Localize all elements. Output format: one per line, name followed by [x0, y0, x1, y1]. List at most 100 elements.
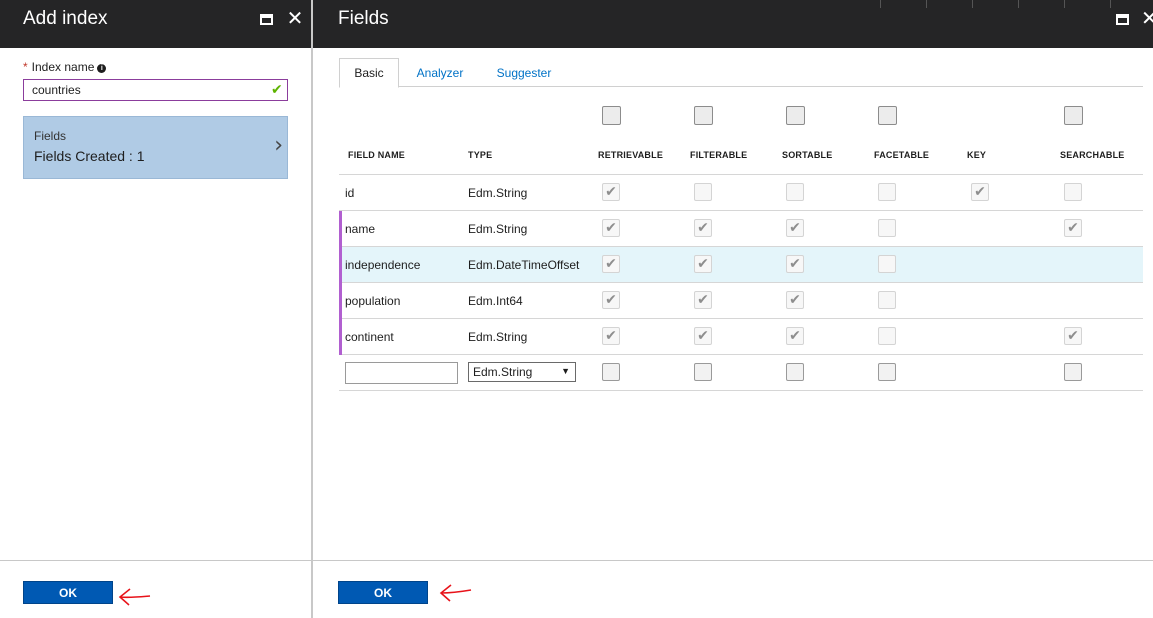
filterable-checkbox: ✔: [694, 327, 712, 345]
column-header-key: KEY: [967, 150, 987, 160]
filterable-checkbox: ✔: [694, 255, 712, 273]
header-separator: [1064, 0, 1065, 8]
searchable-checkbox: ✔: [1064, 327, 1082, 345]
facetable-checkbox: [878, 219, 896, 237]
close-icon[interactable]: ✕: [286, 9, 304, 29]
filterable-checkbox: [694, 183, 712, 201]
azure-portal-screen: Add index ✕ *Index namei ✔ Fields Fields…: [0, 0, 1153, 618]
fields-tile-title: Fields: [34, 129, 67, 143]
header-separator: [880, 0, 881, 8]
header-separator: [1018, 0, 1019, 8]
add-index-ok-button[interactable]: OK: [23, 581, 113, 604]
retrievable-checkbox: ✔: [602, 255, 620, 273]
table-row: independence Edm.DateTimeOffset ✔ ✔ ✔: [339, 247, 1143, 283]
new-field-type-value: Edm.String: [473, 365, 533, 379]
fields-tile[interactable]: Fields Fields Created : 1 ›: [23, 116, 288, 179]
new-field-marker: [339, 283, 342, 319]
column-header-facetable: FACETABLE: [874, 150, 930, 160]
column-header-sortable: SORTABLE: [782, 150, 833, 160]
fields-tabs: Basic Analyzer Suggester: [339, 58, 1143, 88]
filterable-checkbox: ✔: [694, 291, 712, 309]
facetable-checkbox: [878, 183, 896, 201]
annotation-arrow-icon: [118, 588, 151, 606]
check-icon: ✔: [271, 81, 283, 97]
sortable-checkbox: [786, 183, 804, 201]
new-filterable-checkbox[interactable]: [694, 363, 712, 381]
field-name: name: [345, 222, 376, 236]
chevron-right-icon: ›: [274, 133, 283, 158]
new-field-row: Edm.String ▼: [339, 355, 1143, 391]
select-all-filterable-checkbox[interactable]: [694, 106, 713, 125]
searchable-checkbox: ✔: [1064, 219, 1082, 237]
column-header-searchable: SEARCHABLE: [1060, 150, 1125, 160]
info-icon[interactable]: i: [97, 64, 107, 73]
tab-analyzer[interactable]: Analyzer: [407, 58, 473, 87]
new-field-marker: [339, 319, 342, 355]
annotation-arrow-icon: [439, 584, 472, 602]
index-name-label-text: Index name: [31, 60, 95, 74]
field-type: Edm.DateTimeOffset: [468, 258, 580, 272]
fields-blade: Fields ✕ Basic Analyzer Suggester FIELD …: [313, 0, 1153, 618]
blade-title-add-index: Add index: [23, 8, 108, 29]
new-retrievable-checkbox[interactable]: [602, 363, 620, 381]
select-all-facetable-checkbox[interactable]: [878, 106, 897, 125]
table-row: population Edm.Int64 ✔ ✔ ✔: [339, 283, 1143, 319]
caret-down-icon: ▼: [561, 366, 570, 376]
field-name: continent: [345, 330, 394, 344]
index-name-input[interactable]: [23, 79, 288, 101]
facetable-checkbox: [878, 327, 896, 345]
new-facetable-checkbox[interactable]: [878, 363, 896, 381]
new-field-name-input[interactable]: [345, 362, 458, 384]
header-separator: [926, 0, 927, 8]
new-field-type-select[interactable]: Edm.String ▼: [468, 362, 576, 382]
tab-basic[interactable]: Basic: [339, 58, 399, 88]
retrievable-checkbox: ✔: [602, 327, 620, 345]
close-icon[interactable]: ✕: [1141, 10, 1153, 28]
maximize-icon[interactable]: [257, 10, 275, 28]
column-header-type: TYPE: [468, 150, 493, 160]
maximize-icon[interactable]: [1113, 10, 1131, 28]
field-type: Edm.String: [468, 222, 528, 236]
new-field-marker: [339, 211, 342, 247]
select-all-sortable-checkbox[interactable]: [786, 106, 805, 125]
field-name: independence: [345, 258, 421, 272]
fields-header: Fields ✕: [313, 0, 1153, 48]
add-index-header: Add index ✕: [0, 0, 311, 48]
field-name: population: [345, 294, 401, 308]
new-searchable-checkbox[interactable]: [1064, 363, 1082, 381]
field-type: Edm.String: [468, 330, 528, 344]
header-separator: [972, 0, 973, 8]
footer-divider: [313, 560, 1153, 561]
retrievable-checkbox: ✔: [602, 291, 620, 309]
table-row: name Edm.String ✔ ✔ ✔ ✔: [339, 211, 1143, 247]
facetable-checkbox: [878, 291, 896, 309]
new-field-marker: [339, 247, 342, 283]
sortable-checkbox: ✔: [786, 219, 804, 237]
select-all-searchable-checkbox[interactable]: [1064, 106, 1083, 125]
tab-suggester[interactable]: Suggester: [489, 58, 559, 87]
table-row: continent Edm.String ✔ ✔ ✔ ✔: [339, 319, 1143, 355]
sortable-checkbox: ✔: [786, 291, 804, 309]
select-all-retrievable-checkbox[interactable]: [602, 106, 621, 125]
index-name-label: * Index name i: [23, 60, 107, 74]
new-sortable-checkbox[interactable]: [786, 363, 804, 381]
table-row: id Edm.String ✔ ✔: [339, 175, 1143, 211]
add-index-blade: Add index ✕ *Index namei ✔ Fields Fields…: [0, 0, 311, 618]
required-asterisk: *: [23, 60, 28, 74]
sortable-checkbox: ✔: [786, 327, 804, 345]
fields-created-count: Fields Created : 1: [34, 148, 145, 164]
field-name: id: [345, 186, 355, 200]
header-separator: [1110, 0, 1111, 8]
facetable-checkbox: [878, 255, 896, 273]
field-type: Edm.Int64: [468, 294, 523, 308]
field-type: Edm.String: [468, 186, 528, 200]
sortable-checkbox: ✔: [786, 255, 804, 273]
filterable-checkbox: ✔: [694, 219, 712, 237]
column-header-field-name: FIELD NAME: [348, 150, 405, 160]
column-header-filterable: FILTERABLE: [690, 150, 748, 160]
footer-divider: [0, 560, 311, 561]
retrievable-checkbox: ✔: [602, 183, 620, 201]
fields-ok-button[interactable]: OK: [338, 581, 428, 604]
searchable-checkbox: [1064, 183, 1082, 201]
column-header-retrievable: RETRIEVABLE: [598, 150, 664, 160]
